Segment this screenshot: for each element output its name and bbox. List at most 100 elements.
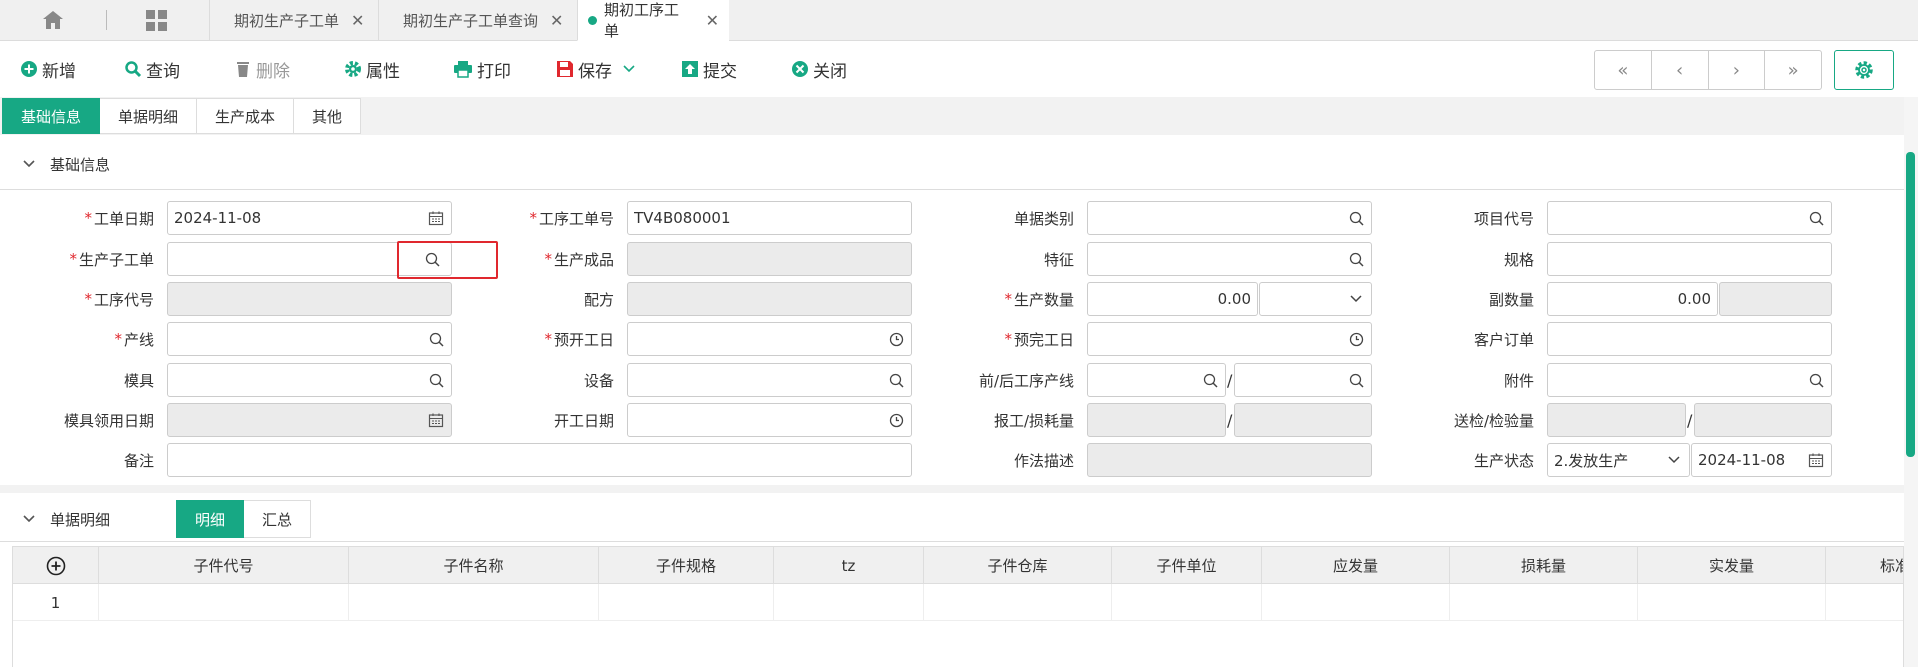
tab-initial-sub-order[interactable]: 期初生产子工单 ✕ [209, 0, 378, 41]
last-record-button[interactable]: » [1765, 51, 1821, 89]
status-date-field[interactable]: 2024-11-08 [1691, 443, 1832, 477]
new-button[interactable]: 新增 [20, 57, 76, 82]
mold-date-field[interactable] [167, 403, 452, 437]
save-button[interactable]: 保存 [556, 57, 640, 82]
add-row-button[interactable] [13, 547, 99, 584]
chevron-down-icon[interactable] [622, 64, 636, 74]
mold-field[interactable] [167, 363, 452, 397]
column-header[interactable]: 应发量 [1262, 547, 1450, 584]
plan-start-field[interactable] [627, 322, 912, 356]
tab-basic-info[interactable]: 基础信息 [2, 98, 101, 134]
column-header[interactable]: 损耗量 [1450, 547, 1638, 584]
inspect-label: 送检/检验量 [1453, 411, 1534, 430]
feature-field[interactable] [1087, 242, 1372, 276]
next-line-field[interactable] [1234, 363, 1372, 397]
method-field[interactable] [1087, 443, 1372, 477]
print-button[interactable]: 打印 [453, 57, 511, 82]
calendar-icon[interactable] [1807, 451, 1825, 469]
close-icon[interactable]: ✕ [351, 11, 364, 30]
qty-field[interactable]: 0.00 [1087, 282, 1258, 316]
remark-field[interactable] [167, 443, 912, 477]
column-header[interactable]: 实发量 [1638, 547, 1826, 584]
sub-qty-unit-field[interactable] [1719, 282, 1832, 316]
search-icon[interactable] [1347, 371, 1365, 389]
mold-label: 模具 [123, 371, 154, 390]
inspected-qty-field[interactable] [1694, 403, 1832, 437]
sub-qty-field[interactable]: 0.00 [1547, 282, 1718, 316]
scrollbar-thumb[interactable] [1906, 152, 1915, 457]
tab-doc-detail[interactable]: 单据明细 [100, 98, 198, 134]
search-icon[interactable] [1807, 371, 1825, 389]
column-header[interactable]: 子件规格 [599, 547, 774, 584]
first-record-button[interactable]: « [1595, 51, 1652, 89]
send-inspect-field[interactable] [1547, 403, 1686, 437]
search-icon[interactable] [427, 330, 445, 348]
tab-initial-process-order[interactable]: 期初工序工单 ✕ [577, 0, 729, 41]
properties-button[interactable]: 属性 [344, 57, 400, 82]
subtab-bar: 基础信息 单据明细 生产成本 其他 [2, 98, 362, 134]
column-header[interactable]: 子件名称 [349, 547, 599, 584]
query-button[interactable]: 查询 [124, 57, 180, 82]
search-icon[interactable] [1347, 209, 1365, 227]
active-dot-icon [588, 15, 597, 25]
product-field[interactable] [627, 242, 912, 276]
process-no-field[interactable]: TV4B080001 [627, 201, 912, 235]
settings-button[interactable] [1834, 50, 1894, 90]
submit-button[interactable]: 提交 [681, 57, 737, 82]
close-button[interactable]: 关闭 [791, 57, 847, 82]
project-field[interactable] [1547, 201, 1832, 235]
next-record-button[interactable]: › [1709, 51, 1766, 89]
tab-production-cost[interactable]: 生产成本 [197, 98, 295, 134]
sub-qty-label: 副数量 [1488, 290, 1534, 309]
clock-icon[interactable] [1347, 330, 1365, 348]
column-header[interactable]: 子件仓库 [924, 547, 1112, 584]
spec-field[interactable] [1547, 242, 1832, 276]
column-header[interactable]: 子件代号 [99, 547, 349, 584]
plan-end-field[interactable] [1087, 322, 1372, 356]
attachment-field[interactable] [1547, 363, 1832, 397]
tab-summary[interactable]: 汇总 [244, 500, 312, 538]
search-icon[interactable] [427, 371, 445, 389]
customer-order-field[interactable] [1547, 322, 1832, 356]
tab-label: 期初生产子工单查询 [403, 12, 539, 30]
grid-header: 子件代号 子件名称 子件规格 tz 子件仓库 子件单位 应发量 损耗量 实发量 … [13, 547, 1903, 584]
close-icon[interactable]: ✕ [706, 11, 719, 30]
formula-field[interactable] [627, 282, 912, 316]
column-header[interactable]: tz [774, 547, 924, 584]
report-qty-field[interactable] [1087, 403, 1226, 437]
table-row[interactable]: 1 [13, 584, 1903, 621]
customer-order-label: 客户订单 [1473, 330, 1534, 349]
delete-button[interactable]: 删除 [234, 57, 290, 82]
search-icon[interactable] [1347, 250, 1365, 268]
chevron-down-icon [23, 160, 35, 168]
tab-initial-sub-order-query[interactable]: 期初生产子工单查询 ✕ [378, 0, 577, 41]
close-icon[interactable]: ✕ [550, 11, 563, 30]
basic-info-header[interactable]: 基础信息 [0, 139, 1904, 189]
prev-line-field[interactable] [1087, 363, 1226, 397]
process-code-field[interactable] [167, 282, 452, 316]
work-date-field[interactable]: 2024-11-08 [167, 201, 452, 235]
spec-label: 规格 [1503, 250, 1534, 269]
column-header[interactable]: 子件单位 [1112, 547, 1262, 584]
doc-type-field[interactable] [1087, 201, 1372, 235]
prev-record-button[interactable]: ‹ [1652, 51, 1709, 89]
home-icon[interactable] [42, 10, 64, 30]
tab-detail[interactable]: 明细 [176, 500, 245, 538]
calendar-icon[interactable] [427, 209, 445, 227]
status-select[interactable]: 2.发放生产 [1547, 443, 1690, 477]
tab-other[interactable]: 其他 [294, 98, 362, 134]
qty-unit-select[interactable] [1259, 282, 1372, 316]
column-header[interactable]: 标准 [1826, 547, 1903, 584]
calendar-icon[interactable] [427, 411, 445, 429]
search-icon[interactable] [1807, 209, 1825, 227]
clock-icon[interactable] [887, 330, 905, 348]
start-date-field[interactable] [627, 403, 912, 437]
loss-qty-field[interactable] [1234, 403, 1372, 437]
clock-icon[interactable] [887, 411, 905, 429]
equipment-field[interactable] [627, 363, 912, 397]
apps-grid-icon[interactable] [146, 10, 167, 31]
search-icon[interactable] [1201, 371, 1219, 389]
equipment-label: 设备 [583, 371, 614, 390]
search-icon[interactable] [887, 371, 905, 389]
line-field[interactable] [167, 322, 452, 356]
